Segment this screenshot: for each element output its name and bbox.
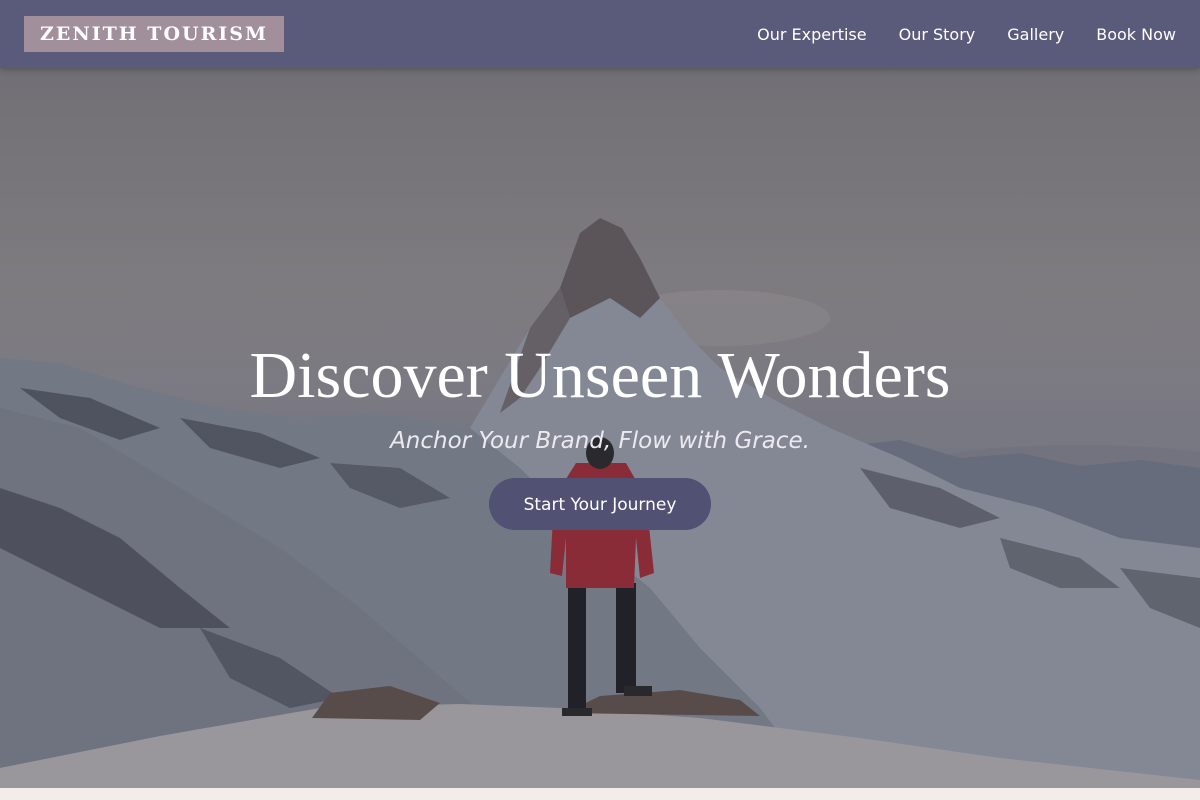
nav-link-our-story[interactable]: Our Story	[899, 25, 976, 44]
brand-logo[interactable]: ZENITH TOURISM	[24, 16, 285, 52]
next-section-edge	[0, 788, 1200, 800]
nav-link-book-now[interactable]: Book Now	[1096, 25, 1176, 44]
main-nav: Our Expertise Our Story Gallery Book Now	[725, 0, 1176, 68]
hero-section: Discover Unseen Wonders Anchor Your Bran…	[0, 68, 1200, 788]
hero-title: Discover Unseen Wonders	[249, 339, 951, 412]
nav-link-gallery[interactable]: Gallery	[1007, 25, 1064, 44]
start-journey-button[interactable]: Start Your Journey	[489, 478, 711, 530]
top-navbar: ZENITH TOURISM Our Expertise Our Story G…	[0, 0, 1200, 68]
hero-subtitle: Anchor Your Brand, Flow with Grace.	[390, 428, 810, 454]
nav-link-our-expertise[interactable]: Our Expertise	[757, 25, 866, 44]
